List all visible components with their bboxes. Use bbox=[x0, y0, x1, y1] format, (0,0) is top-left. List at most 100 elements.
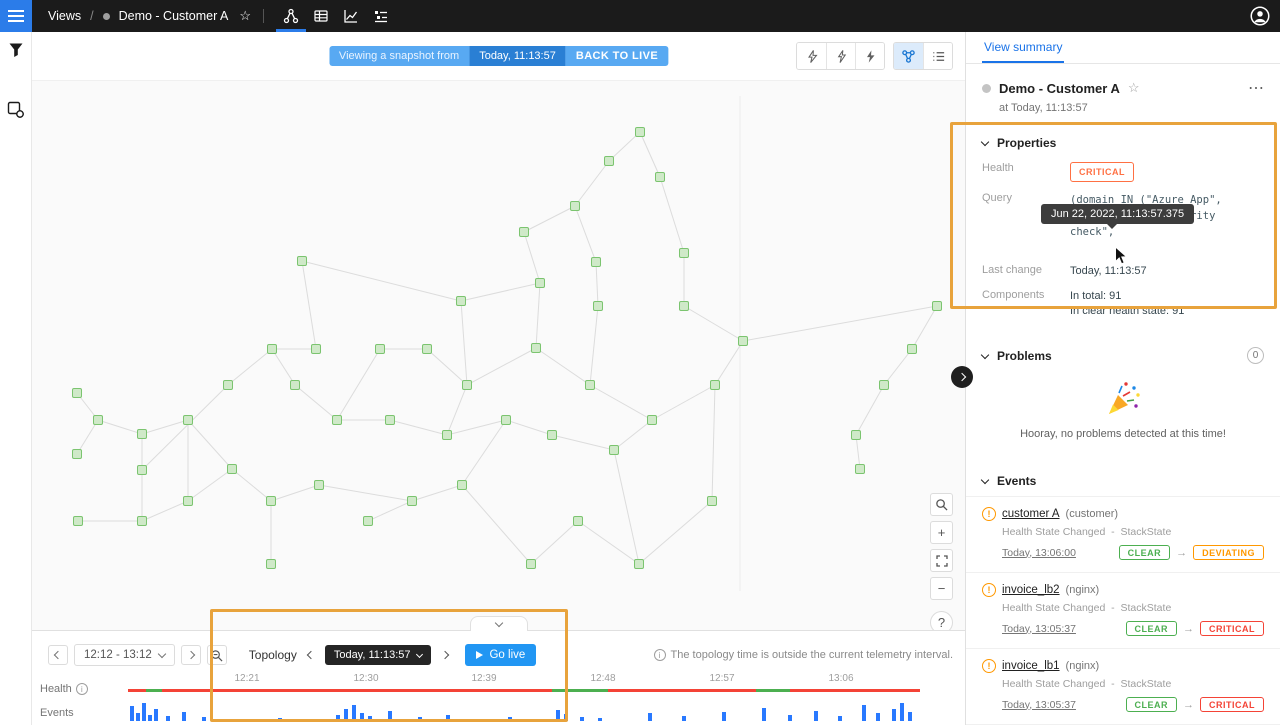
topology-node[interactable] bbox=[224, 381, 233, 390]
events-view-icon[interactable] bbox=[366, 0, 396, 32]
topology-node[interactable] bbox=[463, 381, 472, 390]
snapshot-next-button[interactable] bbox=[437, 645, 453, 665]
event-list-item[interactable]: invoice_lb2 (nginx) Health State Changed… bbox=[966, 572, 1280, 648]
search-zoom-icon[interactable] bbox=[930, 493, 953, 516]
topology-node[interactable] bbox=[138, 430, 147, 439]
topology-node[interactable] bbox=[586, 381, 595, 390]
topology-node[interactable] bbox=[333, 416, 342, 425]
topology-node[interactable] bbox=[457, 297, 466, 306]
topology-node[interactable] bbox=[592, 258, 601, 267]
time-range-dropdown[interactable]: 12:12 - 13:12 bbox=[74, 644, 175, 666]
snapshot-time-dropdown[interactable]: Today, 11:13:57 bbox=[325, 645, 432, 665]
topology-node[interactable] bbox=[268, 345, 277, 354]
topology-node[interactable] bbox=[386, 416, 395, 425]
lightning-slim-icon[interactable] bbox=[826, 43, 855, 69]
topology-node[interactable] bbox=[527, 560, 536, 569]
event-time-link[interactable]: Today, 13:05:37 bbox=[1002, 623, 1076, 635]
event-time-link[interactable]: Today, 13:06:00 bbox=[1002, 547, 1076, 559]
topology-node[interactable] bbox=[184, 416, 193, 425]
event-time-link[interactable]: Today, 13:05:37 bbox=[1002, 699, 1076, 711]
event-component-link[interactable]: invoice_lb1 bbox=[1002, 660, 1060, 672]
breadcrumb-views[interactable]: Views bbox=[48, 9, 81, 23]
tab-view-summary[interactable]: View summary bbox=[982, 32, 1064, 63]
topology-node[interactable] bbox=[443, 431, 452, 440]
topology-node[interactable] bbox=[605, 157, 614, 166]
timeline-collapse-tab[interactable] bbox=[470, 616, 528, 631]
last-change-value[interactable]: Today, 11:13:57 bbox=[1070, 264, 1147, 279]
fit-to-screen-icon[interactable] bbox=[930, 549, 953, 572]
topology-node[interactable] bbox=[423, 345, 432, 354]
health-track[interactable] bbox=[128, 689, 920, 692]
event-list-item[interactable]: invoice_lb1 (nginx) Health State Changed… bbox=[966, 648, 1280, 724]
topology-node[interactable] bbox=[680, 249, 689, 258]
filter-icon[interactable] bbox=[7, 41, 25, 59]
range-next-button[interactable] bbox=[181, 645, 201, 665]
topology-node[interactable] bbox=[656, 173, 665, 182]
view-favorite-star-icon[interactable] bbox=[1128, 80, 1140, 96]
topology-node[interactable] bbox=[73, 389, 82, 398]
topology-node[interactable] bbox=[298, 257, 307, 266]
list-visualization-icon[interactable] bbox=[923, 43, 952, 69]
event-list-item[interactable]: customer A (customer) Health State Chang… bbox=[966, 496, 1280, 572]
topology-node[interactable] bbox=[933, 302, 942, 311]
metrics-view-icon[interactable] bbox=[336, 0, 366, 32]
hamburger-menu-icon[interactable] bbox=[0, 0, 32, 32]
topology-view-icon[interactable] bbox=[276, 0, 306, 32]
lightning-filled-icon[interactable] bbox=[855, 43, 884, 69]
event-component-link[interactable]: invoice_lb2 bbox=[1002, 584, 1060, 596]
topology-node[interactable] bbox=[267, 497, 276, 506]
topology-node[interactable] bbox=[315, 481, 324, 490]
topology-node[interactable] bbox=[73, 450, 82, 459]
topology-node[interactable] bbox=[635, 560, 644, 569]
events-bars[interactable] bbox=[128, 699, 920, 721]
topology-node[interactable] bbox=[138, 466, 147, 475]
topology-node[interactable] bbox=[312, 345, 321, 354]
topology-node[interactable] bbox=[594, 302, 603, 311]
topology-node[interactable] bbox=[267, 560, 276, 569]
topology-node[interactable] bbox=[739, 337, 748, 346]
topology-node[interactable] bbox=[376, 345, 385, 354]
topology-node[interactable] bbox=[908, 345, 917, 354]
timeline-chart[interactable]: 12:2112:3012:3912:4812:5713:06 bbox=[128, 673, 920, 723]
snapshot-prev-button[interactable] bbox=[303, 645, 319, 665]
topology-node[interactable] bbox=[532, 344, 541, 353]
health-info-icon[interactable] bbox=[76, 683, 88, 695]
table-view-icon[interactable] bbox=[306, 0, 336, 32]
topology-node[interactable] bbox=[648, 416, 657, 425]
topology-node[interactable] bbox=[610, 446, 619, 455]
topology-node[interactable] bbox=[458, 481, 467, 490]
more-options-icon[interactable] bbox=[1248, 78, 1264, 98]
topology-node[interactable] bbox=[408, 497, 417, 506]
topology-node[interactable] bbox=[536, 279, 545, 288]
topology-node[interactable] bbox=[520, 228, 529, 237]
topology-node[interactable] bbox=[856, 465, 865, 474]
zoom-out-button[interactable]: − bbox=[930, 577, 953, 600]
user-avatar[interactable] bbox=[1250, 6, 1270, 26]
topology-node[interactable] bbox=[680, 302, 689, 311]
problems-section-header[interactable]: Problems 0 bbox=[966, 335, 1280, 376]
panel-expander-icon[interactable] bbox=[951, 366, 973, 388]
topology-visualization-icon[interactable] bbox=[894, 43, 923, 69]
topology-node[interactable] bbox=[138, 517, 147, 526]
topology-node[interactable] bbox=[184, 497, 193, 506]
event-component-link[interactable]: customer A bbox=[1002, 508, 1060, 520]
breadcrumb-view-name[interactable]: Demo - Customer A bbox=[119, 9, 229, 23]
topology-node[interactable] bbox=[364, 517, 373, 526]
range-prev-button[interactable] bbox=[48, 645, 68, 665]
favorite-star-icon[interactable] bbox=[239, 8, 251, 24]
topology-node[interactable] bbox=[74, 517, 83, 526]
topology-node[interactable] bbox=[574, 517, 583, 526]
go-live-button[interactable]: Go live bbox=[465, 644, 536, 666]
topology-node[interactable] bbox=[228, 465, 237, 474]
component-settings-icon[interactable] bbox=[7, 101, 25, 119]
topology-node[interactable] bbox=[852, 431, 861, 440]
topology-node[interactable] bbox=[636, 128, 645, 137]
zoom-in-button[interactable]: + bbox=[930, 521, 953, 544]
topology-node[interactable] bbox=[571, 202, 580, 211]
topology-node[interactable] bbox=[94, 416, 103, 425]
topology-node[interactable] bbox=[711, 381, 720, 390]
topology-canvas[interactable]: + − ? bbox=[32, 80, 965, 630]
topology-node[interactable] bbox=[880, 381, 889, 390]
timeline-zoom-out-icon[interactable] bbox=[207, 645, 227, 665]
properties-section-header[interactable]: Properties bbox=[966, 124, 1280, 162]
